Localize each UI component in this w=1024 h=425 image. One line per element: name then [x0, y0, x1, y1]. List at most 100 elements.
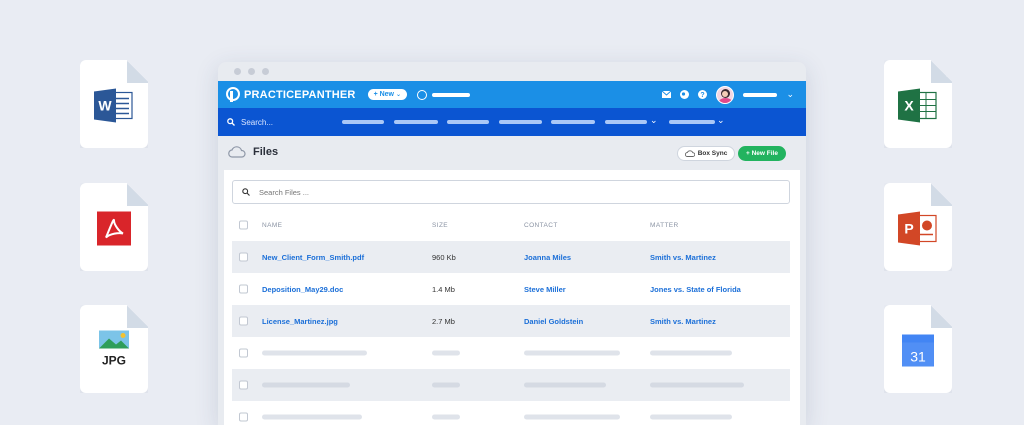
- mail-icon[interactable]: [662, 91, 672, 98]
- pdf-file-icon: [80, 183, 148, 271]
- jpg-file-icon: JPG: [80, 305, 148, 393]
- cloud-icon: [684, 150, 695, 157]
- placeholder-bar: [432, 414, 460, 420]
- search-files-input[interactable]: [259, 187, 659, 197]
- placeholder-bar: [650, 350, 732, 356]
- globe-icon[interactable]: [680, 90, 690, 99]
- placeholder-row: [232, 401, 790, 425]
- placeholder-row: [232, 369, 790, 401]
- page-title: Files: [253, 146, 279, 158]
- matter-link[interactable]: Smith vs. Martinez: [650, 317, 716, 326]
- column-header-contact[interactable]: CONTACT: [524, 222, 558, 229]
- placeholder-bar: [524, 382, 606, 388]
- svg-text:X: X: [904, 97, 914, 113]
- chevron-down-icon[interactable]: ⌄: [786, 89, 794, 100]
- select-all-checkbox[interactable]: [239, 220, 248, 230]
- table-header: NAME SIZE CONTACT MATTER: [232, 210, 790, 240]
- matter-link[interactable]: Smith vs. Martinez: [650, 253, 716, 262]
- chevron-down-icon: ⌄: [396, 92, 402, 98]
- file-size: 960 Kb: [432, 252, 456, 262]
- files-panel: NAME SIZE CONTACT MATTER New_Client_Form…: [224, 170, 800, 425]
- column-header-matter[interactable]: MATTER: [650, 222, 679, 229]
- file-size: 1.4 Mb: [432, 284, 455, 294]
- powerpoint-file-icon: P: [884, 183, 952, 271]
- search-icon: [227, 118, 235, 126]
- calendar-icon: 31: [901, 333, 935, 371]
- file-name-link[interactable]: Deposition_May29.doc: [262, 285, 343, 294]
- row-checkbox[interactable]: [239, 316, 248, 326]
- placeholder-row: [232, 337, 790, 369]
- placeholder-bar: [262, 382, 350, 388]
- table-row[interactable]: Deposition_May29.doc 1.4 Mb Steve Miller…: [232, 273, 790, 305]
- svg-text:31: 31: [910, 348, 926, 364]
- contact-link[interactable]: Joanna Miles: [524, 253, 571, 262]
- brand-logo[interactable]: PRACTICEPANTHER: [226, 87, 356, 102]
- global-search[interactable]: Search...: [227, 118, 273, 127]
- nav-item[interactable]: [669, 120, 715, 124]
- powerpoint-icon: P: [898, 211, 938, 250]
- new-file-button[interactable]: + New File: [738, 146, 786, 161]
- table-row[interactable]: New_Client_Form_Smith.pdf 960 Kb Joanna …: [232, 241, 790, 273]
- user-name-placeholder: [743, 92, 778, 97]
- page-header: Files: [228, 146, 278, 158]
- column-header-size[interactable]: SIZE: [432, 222, 448, 229]
- window-dot[interactable]: [262, 68, 269, 75]
- nav-item[interactable]: [342, 120, 384, 124]
- cloud-icon: [228, 146, 246, 158]
- nav-item[interactable]: [499, 120, 542, 124]
- top-bar: PRACTICEPANTHER + New ⌄ ? ⌄: [218, 81, 806, 108]
- timer-icon[interactable]: [417, 89, 428, 100]
- svg-text:?: ?: [701, 92, 705, 99]
- panther-logo-icon: [226, 87, 240, 102]
- image-icon: JPG: [97, 330, 131, 371]
- svg-text:P: P: [904, 220, 913, 236]
- placeholder-bar: [432, 382, 460, 388]
- placeholder-bar: [262, 350, 367, 356]
- row-checkbox[interactable]: [239, 252, 248, 262]
- search-icon: [242, 188, 250, 196]
- search-files-box: [232, 180, 790, 204]
- new-button[interactable]: + New ⌄: [367, 89, 408, 100]
- excel-icon: X: [898, 88, 938, 127]
- word-file-icon: W: [80, 60, 148, 148]
- acrobat-icon: [97, 211, 131, 250]
- nav-item[interactable]: [605, 120, 647, 124]
- placeholder-bar: [432, 350, 460, 356]
- nav-item[interactable]: [394, 120, 438, 124]
- help-icon[interactable]: ?: [698, 90, 708, 99]
- nav-item[interactable]: [551, 120, 595, 124]
- top-right-tools: ? ⌄: [662, 81, 794, 108]
- excel-file-icon: X: [884, 60, 952, 148]
- chevron-down-icon[interactable]: ⌄: [717, 115, 725, 126]
- table-row[interactable]: License_Martinez.jpg 2.7 Mb Daniel Golds…: [232, 305, 790, 337]
- nav-bar: Search... ⌄ ⌄: [218, 108, 806, 136]
- placeholder-bar: [650, 382, 744, 388]
- row-checkbox[interactable]: [239, 412, 248, 422]
- row-checkbox[interactable]: [239, 380, 248, 390]
- file-name-link[interactable]: New_Client_Form_Smith.pdf: [262, 253, 364, 262]
- chevron-down-icon[interactable]: ⌄: [650, 115, 658, 126]
- svg-text:W: W: [98, 97, 112, 113]
- row-checkbox[interactable]: [239, 284, 248, 294]
- matter-link[interactable]: Jones vs. State of Florida: [650, 285, 741, 294]
- window-dot[interactable]: [248, 68, 255, 75]
- user-avatar[interactable]: [716, 85, 735, 104]
- placeholder-bar: [524, 414, 620, 420]
- nav-item[interactable]: [447, 120, 489, 124]
- placeholder-bar: [524, 350, 620, 356]
- window-dot[interactable]: [234, 68, 241, 75]
- word-icon: W: [94, 88, 134, 127]
- placeholder-bar: [262, 414, 362, 420]
- placeholder-bar: [650, 414, 732, 420]
- timer-placeholder: [432, 92, 471, 97]
- contact-link[interactable]: Daniel Goldstein: [524, 317, 583, 326]
- file-name-link[interactable]: License_Martinez.jpg: [262, 317, 338, 326]
- contact-link[interactable]: Steve Miller: [524, 285, 566, 294]
- column-header-name[interactable]: NAME: [262, 222, 282, 229]
- box-sync-button[interactable]: Box Sync: [677, 146, 735, 161]
- window-titlebar: [218, 62, 806, 81]
- brand-name: PRACTICEPANTHER: [244, 88, 356, 101]
- app-window: PRACTICEPANTHER + New ⌄ ? ⌄ Search... ⌄ …: [218, 62, 806, 425]
- svg-text:JPG: JPG: [102, 353, 126, 366]
- row-checkbox[interactable]: [239, 348, 248, 358]
